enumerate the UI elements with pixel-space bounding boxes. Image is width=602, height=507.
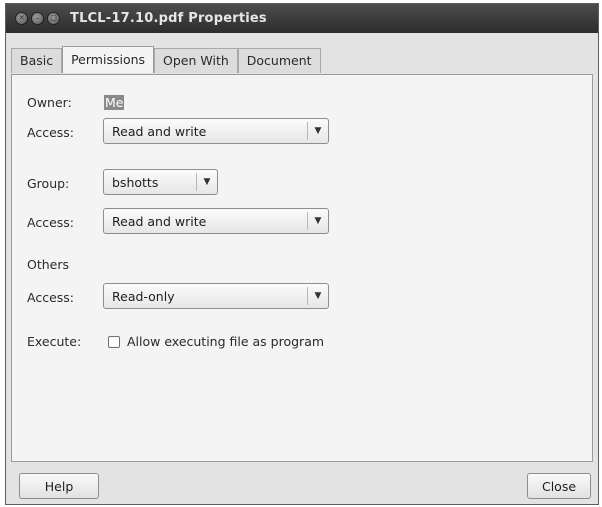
tab-document[interactable]: Document [237,48,321,73]
minimize-icon: – [35,14,40,22]
owner-value: Me [104,95,125,110]
maximize-icon: □ [50,14,57,22]
chevron-down-icon: ▼ [203,177,211,187]
others-label: Others [27,257,70,272]
close-window-button[interactable]: ✕ [15,12,28,25]
tab-bar: Basic Permissions Open With Document [11,46,321,74]
chevron-down-icon: ▼ [314,126,322,136]
title-bar: ✕ – □ TLCL-17.10.pdf Properties [6,4,598,33]
others-access-label: Access: [27,290,75,305]
close-icon: ✕ [18,14,25,22]
owner-label: Owner: [27,95,72,110]
tab-basic[interactable]: Basic [11,48,63,73]
help-button[interactable]: Help [19,473,99,499]
maximize-window-button[interactable]: □ [47,12,60,25]
execute-checkbox[interactable] [108,336,120,348]
chevron-down-icon: ▼ [314,291,322,301]
owner-access-dropdown[interactable]: Read and write ▼ [103,118,329,144]
others-access-dropdown[interactable]: Read-only ▼ [103,283,329,309]
group-value: bshotts [112,174,159,190]
group-label: Group: [27,176,70,191]
close-button[interactable]: Close [527,473,591,499]
window-title: TLCL-17.10.pdf Properties [70,11,267,26]
tab-permissions[interactable]: Permissions [62,46,155,73]
owner-access-label: Access: [27,125,75,140]
minimize-window-button[interactable]: – [31,12,44,25]
properties-window: ✕ – □ TLCL-17.10.pdf Properties Basic Pe… [5,3,599,505]
execute-checkbox-label[interactable]: Allow executing file as program [127,334,324,349]
group-access-label: Access: [27,215,75,230]
tab-open-with[interactable]: Open With [154,48,238,73]
others-access-value: Read-only [112,288,175,304]
permissions-panel: Owner: Me Access: Read and write ▼ Group… [11,74,593,462]
chevron-down-icon: ▼ [314,216,322,226]
group-access-dropdown[interactable]: Read and write ▼ [103,208,329,234]
owner-access-value: Read and write [112,123,207,139]
group-dropdown[interactable]: bshotts ▼ [103,169,218,195]
group-access-value: Read and write [112,213,207,229]
execute-label: Execute: [27,334,82,349]
